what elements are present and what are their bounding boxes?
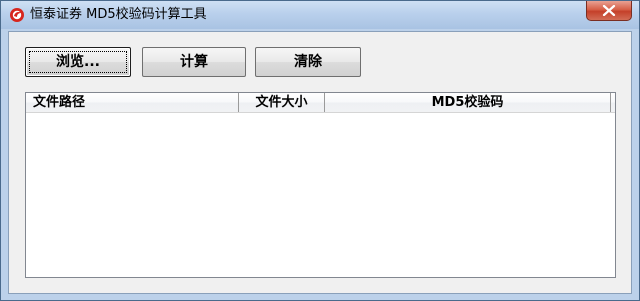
app-logo-icon [9,7,25,23]
calculate-button[interactable]: 计算 [142,47,246,77]
column-header-file-path[interactable]: 文件路径 [26,93,239,112]
file-list[interactable]: 文件路径 文件大小 MD5校验码 [25,92,616,278]
focus-rectangle [29,51,127,73]
window-title: 恒泰证券 MD5校验码计算工具 [30,7,207,22]
client-area: 浏览... 计算 清除 文件路径 文件大小 MD5校验码 [8,31,632,294]
browse-button[interactable]: 浏览... [25,47,131,77]
app-window: 恒泰证券 MD5校验码计算工具 浏览... 计算 清除 文件路径 文件大小 MD… [0,0,640,301]
column-header-file-size[interactable]: 文件大小 [239,93,325,112]
column-header-md5[interactable]: MD5校验码 [325,93,611,112]
list-header: 文件路径 文件大小 MD5校验码 [26,93,615,113]
title-bar[interactable]: 恒泰证券 MD5校验码计算工具 [1,1,639,29]
clear-button-label: 清除 [294,54,322,70]
close-button[interactable] [586,1,632,21]
calculate-button-label: 计算 [180,54,208,70]
clear-button[interactable]: 清除 [255,47,361,77]
close-icon [602,5,616,16]
